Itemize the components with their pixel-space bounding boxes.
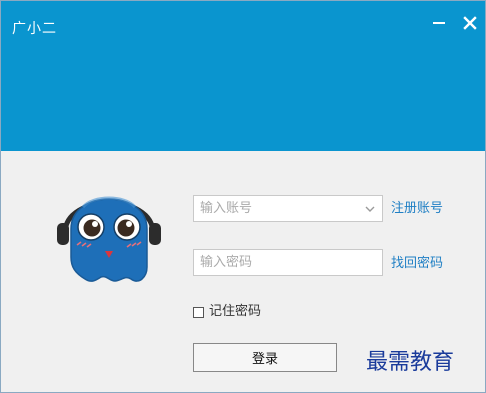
- close-button[interactable]: [457, 11, 483, 35]
- find-password-link[interactable]: 找回密码: [391, 256, 443, 272]
- minimize-button[interactable]: [426, 11, 452, 35]
- register-account-link[interactable]: 注册账号: [391, 201, 443, 217]
- password-input[interactable]: [194, 250, 360, 275]
- remember-password-label: 记住密码: [209, 304, 262, 319]
- chevron-down-icon[interactable]: [364, 203, 376, 215]
- minimize-icon: [433, 22, 445, 24]
- watermark-text: 最需教育: [366, 350, 455, 375]
- account-field[interactable]: [193, 195, 383, 222]
- remember-password-option[interactable]: 记住密码: [193, 304, 261, 320]
- remember-password-checkbox[interactable]: [193, 306, 204, 318]
- password-field[interactable]: [193, 249, 383, 276]
- close-icon: [463, 16, 477, 30]
- window-header: 广小二: [1, 1, 485, 151]
- mascot-avatar: [57, 196, 161, 282]
- app-title: 广小二: [12, 21, 57, 37]
- account-input[interactable]: [194, 196, 360, 221]
- login-button[interactable]: 登录: [193, 343, 337, 372]
- login-window: 广小二 输入账号 注册账号 找回密码 记住密码 登录 最需教育: [0, 0, 486, 393]
